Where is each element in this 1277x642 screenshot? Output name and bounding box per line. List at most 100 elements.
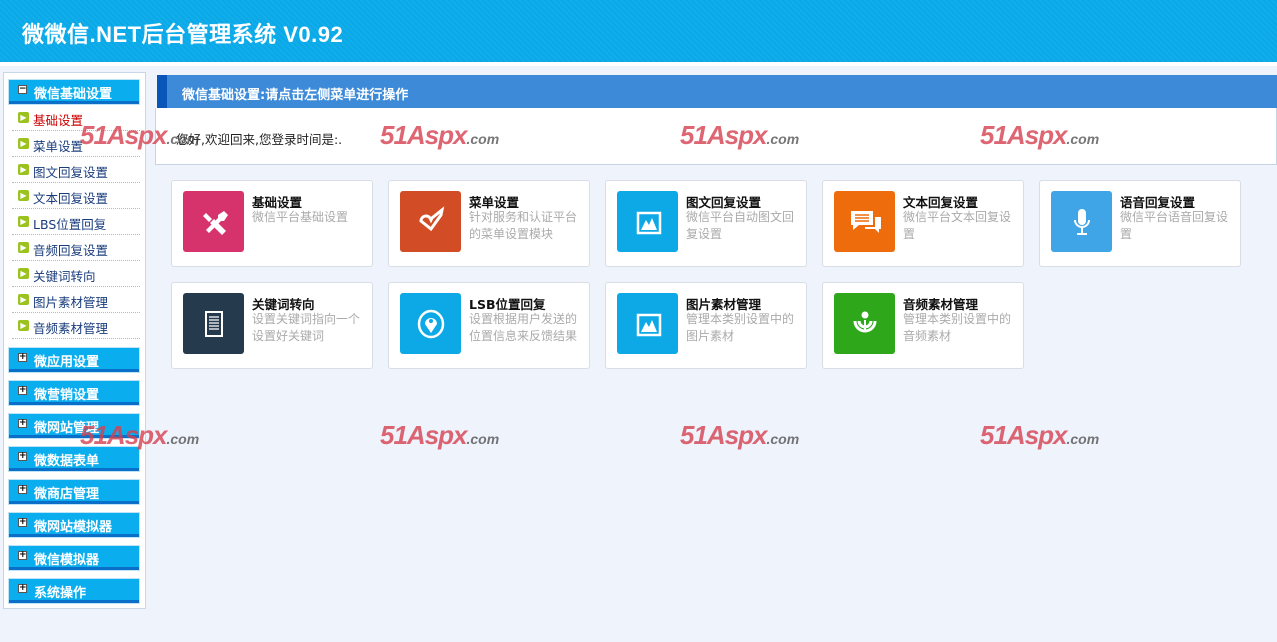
sidebar-item[interactable]: ▶ 基础设置	[12, 105, 140, 131]
feature-card[interactable]: 图片素材管理 管理本类别设置中的图片素材	[605, 282, 807, 369]
app-header: 微微信.NET后台管理系统 V0.92	[0, 0, 1277, 66]
expand-icon[interactable]: +	[18, 386, 27, 395]
feature-card[interactable]: 关键词转向 设置关键词指向一个设置好关键词	[171, 282, 373, 369]
expand-icon[interactable]: +	[18, 518, 27, 527]
expand-icon[interactable]: +	[18, 353, 27, 362]
sidebar-section-label: 微信基础设置	[34, 87, 113, 102]
microphone-icon	[1051, 191, 1112, 252]
chat-icon	[834, 191, 895, 252]
sidebar-section[interactable]: + 微商店管理	[8, 479, 140, 505]
sidebar-section[interactable]: + 微网站管理	[8, 413, 140, 439]
sidebar-item-label: LBS位置回复	[33, 217, 107, 232]
watermark-domain: .com	[766, 431, 800, 447]
sidebar-item[interactable]: ▶ 图文回复设置	[12, 157, 140, 183]
sidebar-section[interactable]: + 微数据表单	[8, 446, 140, 472]
section-underline	[9, 534, 139, 537]
arrow-right-icon: ▶	[18, 190, 29, 201]
section-underline	[9, 567, 139, 570]
watermark: 51Aspx.com	[680, 420, 800, 450]
sidebar-item[interactable]: ▶ 菜单设置	[12, 131, 140, 157]
card-description: 管理本类别设置中的图片素材	[686, 312, 795, 343]
arrow-right-icon: ▶	[18, 138, 29, 149]
sidebar-item[interactable]: ▶ 关键词转向	[12, 261, 140, 287]
sidebar-section-label: 微信模拟器	[34, 553, 100, 568]
section-underline	[9, 402, 139, 405]
arrow-right-icon: ▶	[18, 268, 29, 279]
sidebar-section-label: 微应用设置	[34, 355, 100, 370]
sidebar-section[interactable]: + 微营销设置	[8, 380, 140, 406]
feature-card[interactable]: 图文回复设置 微信平台自动图文回复设置	[605, 180, 807, 267]
sidebar-item-label: 音频素材管理	[33, 321, 109, 336]
arrow-right-icon: ▶	[18, 164, 29, 175]
feature-card[interactable]: 音频素材管理 管理本类别设置中的音频素材	[822, 282, 1024, 369]
tools-icon	[183, 191, 244, 252]
sidebar-section-label: 微网站模拟器	[34, 520, 113, 535]
watermark-domain: .com	[1066, 431, 1100, 447]
sidebar-section-label: 微商店管理	[34, 487, 100, 502]
card-description: 针对服务和认证平台的菜单设置模块	[469, 210, 578, 241]
image-icon	[617, 293, 678, 354]
feature-card[interactable]: 文本回复设置 微信平台文本回复设置	[822, 180, 1024, 267]
section-underline	[9, 501, 139, 504]
section-underline	[9, 468, 139, 471]
welcome-text: 您好,欢迎回来,您登录时间是:.	[176, 132, 343, 147]
sidebar-section-wechat-basic[interactable]: − 微信基础设置	[8, 79, 140, 105]
location-pin-icon	[400, 293, 461, 354]
feature-card[interactable]: LSB位置回复 设置根据用户发送的位置信息来反馈结果	[388, 282, 590, 369]
sidebar-item-label: 图文回复设置	[33, 165, 109, 180]
sidebar-item[interactable]: ▶ 文本回复设置	[12, 183, 140, 209]
sidebar-item[interactable]: ▶ LBS位置回复	[12, 209, 140, 235]
watermark-domain: .com	[166, 431, 200, 447]
image-icon	[617, 191, 678, 252]
feature-card[interactable]: 语音回复设置 微信平台语音回复设置	[1039, 180, 1241, 267]
arrow-right-icon: ▶	[18, 112, 29, 123]
feature-card[interactable]: 菜单设置 针对服务和认证平台的菜单设置模块	[388, 180, 590, 267]
card-description: 微信平台文本回复设置	[903, 210, 1012, 241]
sidebar-section-label: 系统操作	[34, 586, 87, 601]
card-description: 设置根据用户发送的位置信息来反馈结果	[469, 312, 578, 343]
sidebar-item-label: 菜单设置	[33, 139, 84, 154]
watermark: 51Aspx.com	[380, 420, 500, 450]
sidebar-section[interactable]: + 系统操作	[8, 578, 140, 604]
sidebar-section-label: 微营销设置	[34, 388, 100, 403]
page-title-bar: 微信基础设置:请点击左侧菜单进行操作	[157, 75, 1277, 108]
arrow-right-icon: ▶	[18, 242, 29, 253]
check-heart-icon	[400, 191, 461, 252]
expand-icon[interactable]: +	[18, 584, 27, 593]
sidebar: − 微信基础设置 ▶ 基础设置 ▶ 菜单设置 ▶ 图文回复设置 ▶ 文本回复设置 ▶ LBS位置回…	[3, 72, 146, 609]
sidebar-item[interactable]: ▶ 图片素材管理	[12, 287, 140, 313]
document-icon	[183, 293, 244, 354]
sidebar-item-label: 文本回复设置	[33, 191, 109, 206]
expand-icon[interactable]: +	[18, 551, 27, 560]
card-description: 管理本类别设置中的音频素材	[903, 312, 1012, 343]
sidebar-section[interactable]: + 微网站模拟器	[8, 512, 140, 538]
section-underline	[9, 600, 139, 603]
expand-icon[interactable]: +	[18, 485, 27, 494]
section-underline	[9, 435, 139, 438]
page-title: 微信基础设置:请点击左侧菜单进行操作	[182, 88, 409, 103]
section-underline	[9, 369, 139, 372]
arrow-right-icon: ▶	[18, 294, 29, 305]
sidebar-section-label: 微网站管理	[34, 421, 100, 436]
audio-icon	[834, 293, 895, 354]
watermark-domain: .com	[466, 431, 500, 447]
sidebar-item-label: 图片素材管理	[33, 295, 109, 310]
expand-icon[interactable]: +	[18, 452, 27, 461]
sidebar-item-label: 音频回复设置	[33, 243, 109, 258]
expand-icon[interactable]: +	[18, 419, 27, 428]
welcome-panel: 您好,欢迎回来,您登录时间是:.	[155, 108, 1277, 165]
sidebar-item[interactable]: ▶ 音频素材管理	[12, 313, 140, 339]
card-description: 设置关键词指向一个设置好关键词	[252, 312, 361, 343]
card-description: 微信平台自动图文回复设置	[686, 210, 795, 241]
sidebar-item-label: 基础设置	[33, 113, 84, 128]
section-underline	[9, 101, 139, 104]
arrow-right-icon: ▶	[18, 320, 29, 331]
sidebar-item[interactable]: ▶ 音频回复设置	[12, 235, 140, 261]
card-description: 微信平台语音回复设置	[1120, 210, 1229, 241]
collapse-icon[interactable]: −	[18, 85, 27, 94]
feature-card[interactable]: 基础设置 微信平台基础设置	[171, 180, 373, 267]
sidebar-section[interactable]: + 微信模拟器	[8, 545, 140, 571]
sidebar-section[interactable]: + 微应用设置	[8, 347, 140, 373]
app-title: 微微信.NET后台管理系统 V0.92	[22, 22, 344, 47]
watermark: 51Aspx.com	[980, 420, 1100, 450]
